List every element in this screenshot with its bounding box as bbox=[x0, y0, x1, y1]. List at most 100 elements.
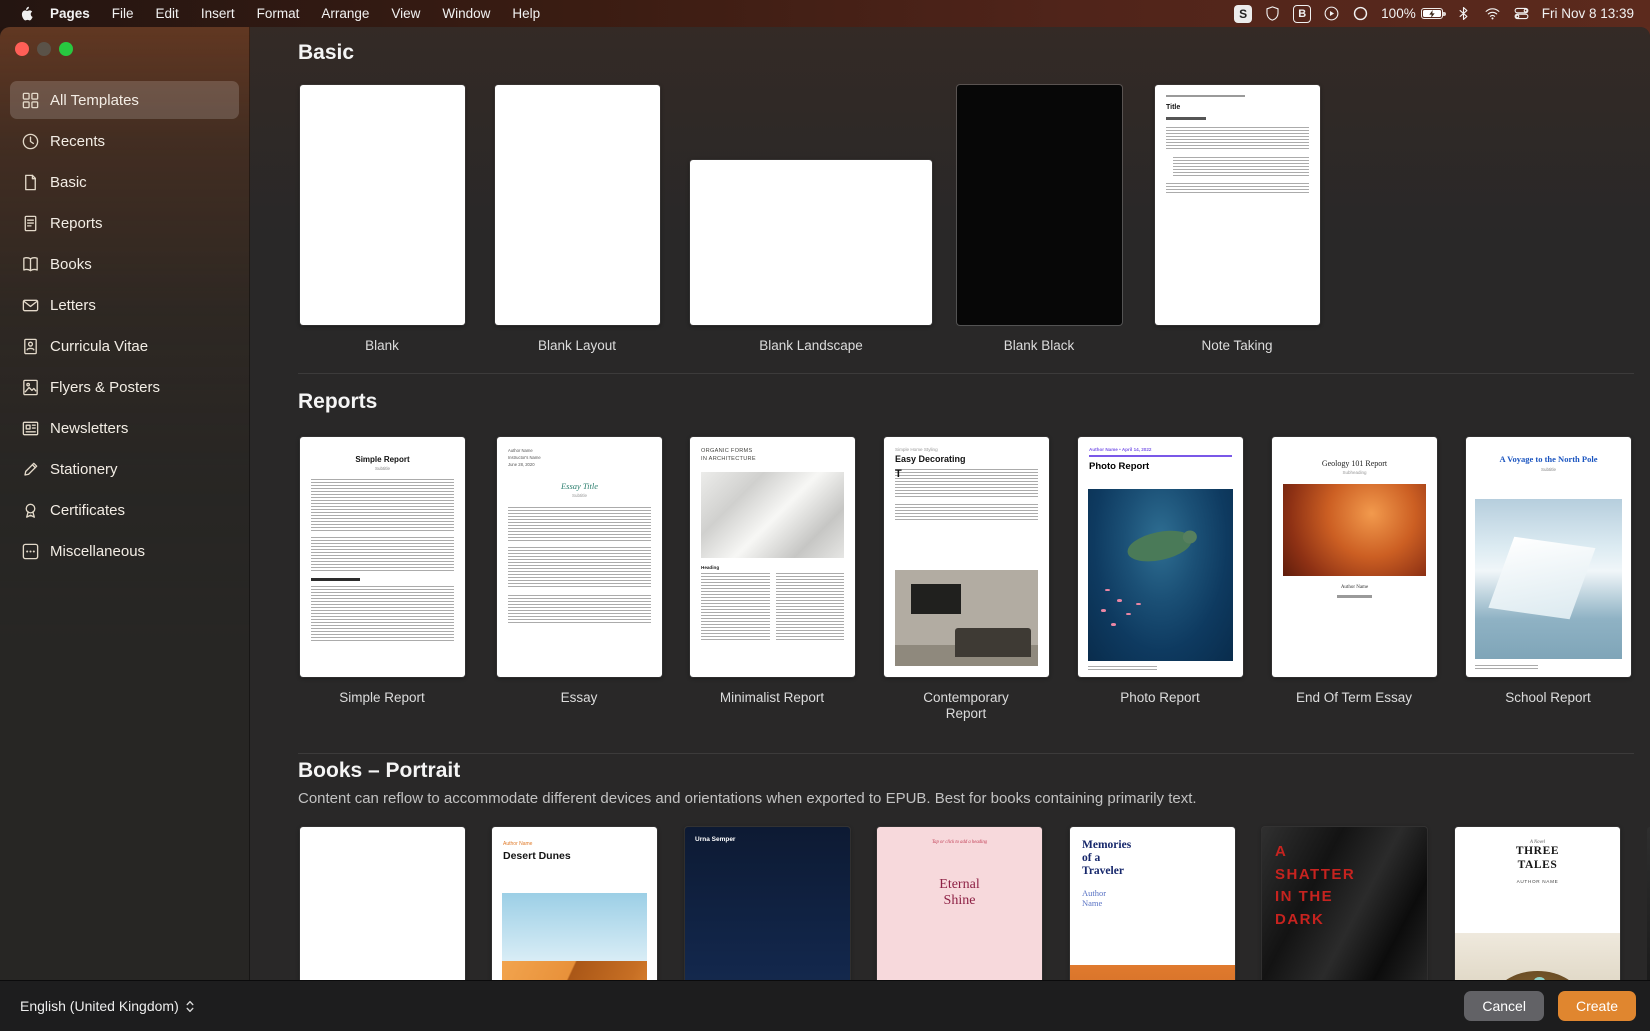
template-blank-landscape[interactable] bbox=[690, 160, 932, 325]
play-icon[interactable] bbox=[1323, 5, 1340, 22]
template-a-shatter-in-the-dark[interactable]: A SHATTER IN THE DARK bbox=[1262, 827, 1427, 980]
thumb-image bbox=[502, 893, 647, 980]
template-label: Minimalist Report bbox=[719, 690, 825, 705]
menu-window[interactable]: Window bbox=[431, 6, 501, 21]
thumb-title: A bbox=[1275, 843, 1288, 860]
thumb-title: Simple Report bbox=[355, 455, 410, 464]
text-lines bbox=[1166, 95, 1245, 97]
status-s-badge-icon[interactable]: S bbox=[1234, 4, 1253, 23]
thumb-title: of a bbox=[1082, 851, 1101, 864]
text-lines bbox=[1475, 665, 1538, 669]
cancel-button[interactable]: Cancel bbox=[1464, 991, 1544, 1021]
thumb-author: AUTHOR NAME bbox=[1516, 878, 1559, 884]
sidebar-item-stationery[interactable]: Stationery bbox=[10, 450, 239, 488]
menu-edit[interactable]: Edit bbox=[145, 6, 190, 21]
language-selector[interactable]: English (United Kingdom) bbox=[20, 998, 195, 1014]
sidebar-item-letters[interactable]: Letters bbox=[10, 286, 239, 324]
thumb-title: SHATTER bbox=[1275, 865, 1356, 883]
template-blank-layout[interactable] bbox=[495, 85, 660, 325]
sidebar-item-miscellaneous[interactable]: Miscellaneous bbox=[10, 532, 239, 570]
sidebar-item-recents[interactable]: Recents bbox=[10, 122, 239, 160]
menu-bar-clock[interactable]: Fri Nov 8 13:39 bbox=[1542, 6, 1634, 21]
thumb-title: Title bbox=[1166, 104, 1181, 111]
thumb-author: Author Name bbox=[503, 841, 533, 847]
sidebar-item-reports[interactable]: Reports bbox=[10, 204, 239, 242]
wifi-icon[interactable] bbox=[1484, 5, 1501, 22]
zoom-button[interactable] bbox=[59, 42, 73, 56]
minimize-button[interactable] bbox=[37, 42, 51, 56]
text-lines bbox=[701, 572, 770, 641]
sidebar-item-curricula-vitae[interactable]: Curricula Vitae bbox=[10, 327, 239, 365]
template-end-of-term-essay[interactable]: Geology 101 Report Subheading Author Nam… bbox=[1272, 437, 1437, 677]
pencil-icon bbox=[20, 460, 40, 479]
template-desert-dunes[interactable]: Author Name Desert Dunes bbox=[492, 827, 657, 980]
template-minimalist-report[interactable]: ORGANIC FORMS IN ARCHITECTURE Heading bbox=[690, 437, 855, 677]
template-note-taking[interactable]: Title bbox=[1155, 85, 1320, 325]
template-chooser-window: All Templates Recents Basic Reports Book… bbox=[0, 27, 1650, 1031]
section-divider bbox=[298, 373, 1634, 374]
text-lines bbox=[1166, 183, 1309, 195]
template-memories-of-a-traveler[interactable]: Memories of a Traveler Author Name bbox=[1070, 827, 1235, 980]
template-photo-report[interactable]: Author Name • April 14, 2022 Photo Repor… bbox=[1078, 437, 1243, 677]
sidebar-item-newsletters[interactable]: Newsletters bbox=[10, 409, 239, 447]
text-lines bbox=[508, 547, 651, 590]
sidebar-item-books[interactable]: Books bbox=[10, 245, 239, 283]
thumb-byline: Author Name bbox=[508, 448, 533, 453]
menu-file[interactable]: File bbox=[101, 6, 145, 21]
template-label: Blank Layout bbox=[537, 338, 617, 353]
menu-arrange[interactable]: Arrange bbox=[310, 6, 380, 21]
menu-view[interactable]: View bbox=[380, 6, 431, 21]
text-lines bbox=[1173, 157, 1309, 177]
template-simple-report[interactable]: Simple Report Subtitle bbox=[300, 437, 465, 677]
template-blank-black[interactable] bbox=[957, 85, 1122, 325]
medal-icon bbox=[20, 501, 40, 520]
template-three-tales[interactable]: A Novel THREE TALES AUTHOR NAME bbox=[1455, 827, 1620, 980]
sidebar-item-flyers-posters[interactable]: Flyers & Posters bbox=[10, 368, 239, 406]
menu-help[interactable]: Help bbox=[501, 6, 551, 21]
status-b-badge-icon[interactable]: B bbox=[1293, 4, 1312, 23]
record-ring-icon[interactable] bbox=[1352, 5, 1369, 22]
create-button[interactable]: Create bbox=[1557, 991, 1636, 1021]
thumb-title: IN THE bbox=[1275, 888, 1334, 905]
thumb-image bbox=[701, 471, 844, 558]
newspaper-icon bbox=[20, 419, 40, 438]
template-blank[interactable] bbox=[300, 85, 465, 325]
thumb-byline: Author Name • April 14, 2022 bbox=[1089, 447, 1152, 452]
thumb-kicker: Simple Home Styling bbox=[895, 447, 938, 452]
section-divider bbox=[298, 753, 1634, 754]
battery-status[interactable]: 100% bbox=[1381, 6, 1446, 21]
control-center-icon[interactable] bbox=[1513, 5, 1530, 22]
sidebar-item-label: Letters bbox=[50, 296, 96, 314]
template-urna-semper[interactable]: Urna Semper bbox=[685, 827, 850, 980]
text-lines bbox=[1337, 595, 1372, 598]
bluetooth-icon[interactable] bbox=[1455, 5, 1472, 22]
apple-menu[interactable] bbox=[20, 6, 39, 22]
sidebar-item-label: Reports bbox=[50, 214, 103, 232]
menu-bar: Pages File Edit Insert Format Arrange Vi… bbox=[0, 0, 1650, 27]
apple-icon bbox=[21, 6, 33, 20]
thumb-subtitle: Subheading bbox=[1342, 470, 1367, 475]
shield-icon[interactable] bbox=[1264, 5, 1281, 22]
template-essay[interactable]: Author Name Instructor's Name June 28, 2… bbox=[497, 437, 662, 677]
thumb-byline: Instructor's Name bbox=[508, 455, 541, 461]
template-gallery: Basic Title Blank Blank Layout Blank Lan… bbox=[250, 27, 1650, 980]
close-button[interactable] bbox=[15, 42, 29, 56]
template-book-blank[interactable] bbox=[300, 827, 465, 980]
thumb-title: Easy Decorating bbox=[895, 454, 966, 464]
menu-app-pages[interactable]: Pages bbox=[39, 6, 101, 21]
template-eternal-shine[interactable]: Tap or click to add a heading Eternal Sh… bbox=[877, 827, 1042, 980]
template-school-report[interactable]: A Voyage to the North Pole Subtitle bbox=[1466, 437, 1631, 677]
menu-insert[interactable]: Insert bbox=[190, 6, 246, 21]
template-contemporary-report[interactable]: Simple Home Styling Easy Decorating T bbox=[884, 437, 1049, 677]
sidebar-item-certificates[interactable]: Certificates bbox=[10, 491, 239, 529]
section-subtitle-books: Content can reflow to accommodate differ… bbox=[298, 790, 1197, 807]
menu-format[interactable]: Format bbox=[246, 6, 311, 21]
text-lines bbox=[508, 507, 651, 542]
document-icon bbox=[20, 173, 40, 192]
thumb-subtitle: Subtitle bbox=[1540, 466, 1556, 472]
cv-person-icon bbox=[20, 337, 40, 356]
poster-image-icon bbox=[20, 378, 40, 397]
sidebar-item-basic[interactable]: Basic bbox=[10, 163, 239, 201]
sidebar-item-all-templates[interactable]: All Templates bbox=[10, 81, 239, 119]
sidebar-item-label: All Templates bbox=[50, 91, 139, 109]
